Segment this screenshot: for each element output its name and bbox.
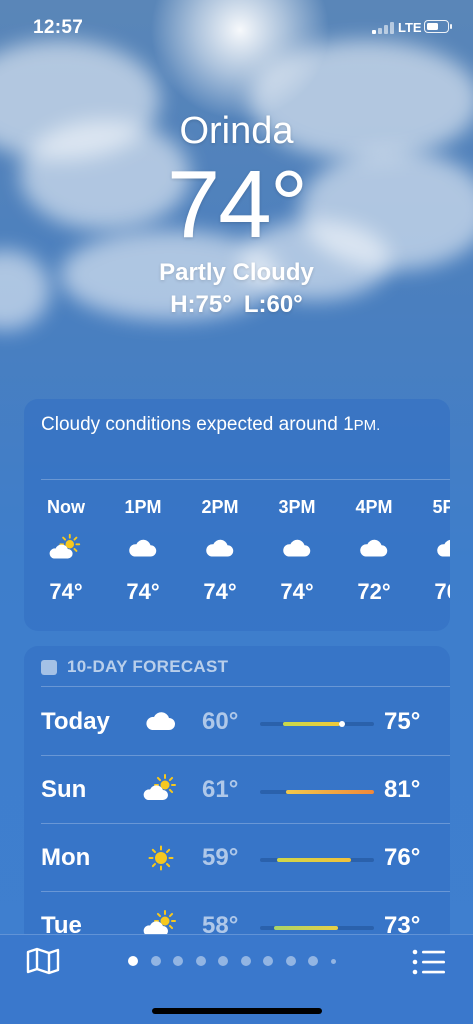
divider — [41, 686, 450, 687]
high-temp: 76° — [384, 844, 421, 871]
partly-cloudy-icon — [36, 533, 96, 565]
day-label: Mon — [41, 844, 91, 871]
hour-temp: 74° — [280, 579, 314, 604]
city-name: Orinda — [179, 110, 294, 152]
forecast-row[interactable]: Today 60° 75° — [24, 688, 450, 756]
day-label: Sun — [41, 776, 87, 803]
hour-temp: 74° — [49, 579, 83, 604]
page-dot[interactable] — [218, 956, 228, 966]
hourly-forecast-card[interactable]: Cloudy conditions expected around 1PM. N… — [24, 399, 450, 631]
cloud-icon — [141, 705, 181, 739]
hour-label: 2PM — [201, 497, 239, 517]
hour-item: 4PM 72° — [344, 495, 404, 605]
hourly-summary: Cloudy conditions expected around 1PM. — [41, 412, 421, 438]
battery-icon — [424, 20, 452, 33]
ten-day-forecast-card[interactable]: 10-DAY FORECAST Today 60° 75° Sun 61° 81° Mon 5… — [24, 646, 450, 946]
status-bar: 12:57 LTE — [0, 0, 473, 56]
cloud-icon — [344, 533, 404, 565]
forecast-row[interactable]: Mon 59° 76° — [24, 824, 450, 892]
page-dot[interactable] — [128, 956, 138, 966]
hour-label: Now — [47, 497, 85, 517]
page-dot[interactable] — [263, 956, 273, 966]
forecast-row[interactable]: Sun 61° 81° — [24, 756, 450, 824]
list-icon[interactable] — [411, 948, 447, 976]
high-low: H:75° L:60° — [0, 290, 473, 320]
home-indicator[interactable] — [152, 1008, 322, 1014]
hour-label: 4PM — [355, 497, 393, 517]
high-temp: 75° — [384, 708, 421, 735]
calendar-icon — [41, 659, 57, 675]
temperature-range-bar — [260, 926, 374, 930]
forecast-header-label: 10-DAY FORECAST — [67, 657, 229, 676]
hour-temp: 74° — [203, 579, 237, 604]
page-indicator[interactable] — [128, 956, 348, 966]
high-temp: H:75° — [170, 291, 232, 318]
map-icon[interactable] — [25, 947, 61, 975]
status-time: 12:57 — [33, 17, 84, 38]
hour-temp: 74° — [126, 579, 160, 604]
current-condition: Partly Cloudy — [159, 259, 314, 286]
page-dot[interactable] — [240, 956, 251, 966]
page-dot[interactable] — [173, 956, 183, 966]
sun-icon — [141, 841, 181, 875]
hour-label: 5PM — [432, 497, 450, 517]
temperature-range-bar — [260, 790, 374, 794]
divider — [41, 479, 450, 480]
partly-cloudy-icon — [141, 773, 181, 807]
hour-label: 1PM — [124, 497, 162, 517]
low-temp: L:60° — [243, 291, 303, 318]
forecast-header: 10-DAY FORECAST — [41, 657, 228, 677]
hour-item: 2PM 74° — [190, 495, 250, 605]
low-temp: 60° — [202, 708, 239, 735]
page-dot[interactable] — [150, 956, 161, 966]
temperature-range-bar — [260, 721, 374, 727]
temperature-range-bar — [260, 858, 374, 862]
page-dot[interactable] — [330, 958, 336, 964]
cloud-icon — [421, 533, 450, 565]
day-label: Today — [41, 708, 110, 735]
summary-suffix: PM. — [353, 417, 381, 434]
page-dot[interactable] — [285, 956, 296, 966]
network-label: LTE — [398, 20, 422, 35]
hour-label: 3PM — [278, 497, 316, 517]
hour-temp: 72° — [357, 579, 391, 604]
hour-item: 1PM 74° — [113, 495, 173, 605]
cloud-icon — [267, 533, 327, 565]
page-dot[interactable] — [195, 956, 206, 966]
high-temp: 81° — [384, 776, 421, 803]
current-temperature: 74° — [166, 151, 308, 258]
hour-item: 3PM 74° — [267, 495, 327, 605]
low-temp: 59° — [202, 844, 239, 871]
cloud-icon — [190, 533, 250, 565]
hour-temp: 70° — [434, 579, 450, 604]
current-weather: Orinda 74° Partly Cloudy H:75° L:60° — [0, 108, 473, 320]
signal-icon — [372, 22, 394, 34]
cloud-icon — [113, 533, 173, 565]
low-temp: 61° — [202, 776, 239, 803]
hour-item: Now 74° — [36, 495, 96, 605]
current-temp-dot — [339, 721, 346, 727]
page-dot[interactable] — [308, 956, 318, 966]
summary-text: Cloudy conditions expected around 1 — [41, 414, 354, 435]
hour-item: 5PM 70° — [421, 495, 450, 605]
